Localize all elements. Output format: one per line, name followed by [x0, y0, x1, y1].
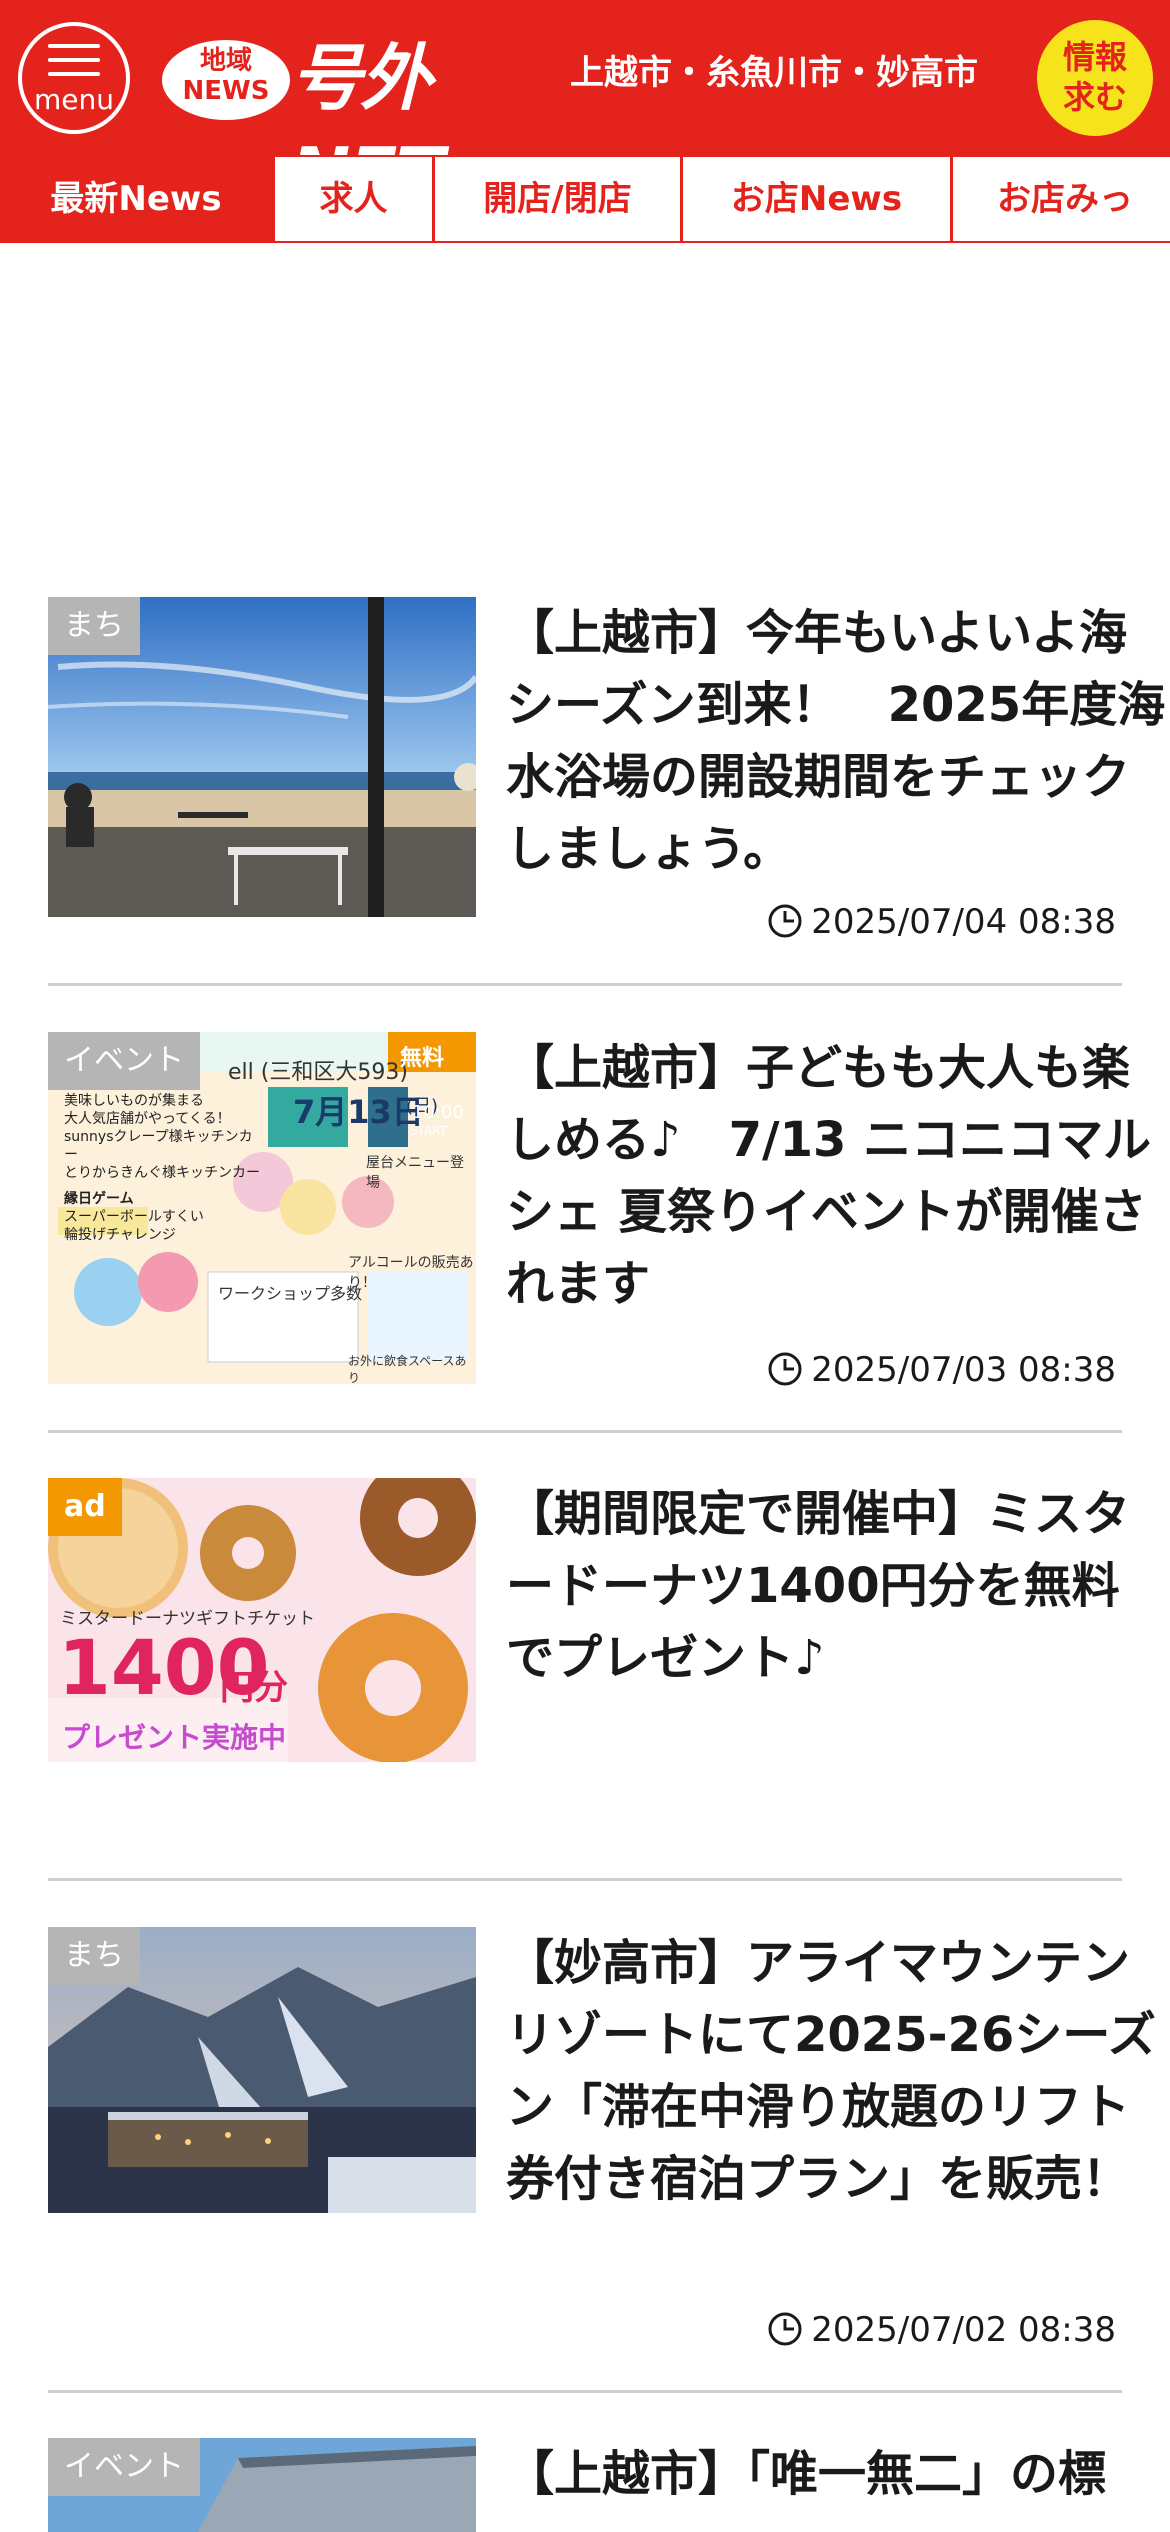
article-card[interactable]: イベント 【上越市】「唯一無二」の標 [48, 2438, 1122, 2532]
clock-icon [768, 2312, 802, 2345]
hamburger-icon [48, 44, 100, 48]
clock-icon [768, 904, 802, 937]
article-date: 2025/07/04 08:38 [767, 897, 1116, 947]
article-thumbnail: まち [48, 597, 476, 917]
category-tabs: 最新News 求人 開店/閉店 お店News お店みっ [0, 155, 1170, 243]
tab-latest-news[interactable]: 最新News [0, 157, 272, 241]
divider [48, 1878, 1122, 1881]
flyer-free-badge: 無料 [400, 1046, 445, 1071]
site-header: menu 地域 NEWS 号外NET 上越市・糸魚川市・妙高市 情報 求む [0, 0, 1170, 216]
category-tag: まち [48, 1927, 140, 1985]
menu-label: menu [34, 83, 114, 116]
ad-unit: 円分 [220, 1668, 288, 1708]
divider [48, 983, 1122, 986]
ad-thumbnail: ミスタードーナツギフトチケット 1400 円分 プレゼント実施中 ad [48, 1478, 476, 1762]
category-tag: イベント [48, 2438, 200, 2496]
flyer-time: 10:00 [412, 1102, 464, 1123]
flyer-start: START [410, 1124, 448, 1138]
article-thumbnail: ell (三和区大593) 7月13日 (日) 10:00 START 無料 美… [48, 1032, 476, 1384]
tab-jobs[interactable]: 求人 [272, 157, 432, 241]
info-request-button[interactable]: 情報 求む [1037, 20, 1153, 136]
article-card[interactable]: まち 【妙高市】アライマウンテンリゾートにて2025-26シーズン「滞在中滑り放… [48, 1927, 1156, 2350]
ad-tag: ad [48, 1478, 122, 1536]
flyer-date: 7月13日 [293, 1093, 424, 1131]
flyer-venue: ell (三和区大593) [228, 1060, 408, 1085]
category-tag: まち [48, 597, 140, 655]
article-title[interactable]: 【妙高市】アライマウンテンリゾートにて2025-26シーズン「滞在中滑り放題のリ… [506, 1927, 1166, 2215]
hamburger-icon [48, 58, 100, 62]
tab-shop-find[interactable]: お店みっ [950, 157, 1170, 241]
article-date: 2025/07/03 08:38 [767, 1345, 1116, 1395]
divider [48, 1430, 1122, 1433]
article-thumbnail: まち [48, 1927, 476, 2213]
article-title[interactable]: 【期間限定で開催中】ミスタードーナツ1400円分を無料でプレゼント♪ [506, 1478, 1166, 1694]
logo-text: 号外NET [290, 36, 445, 216]
logo-badge: 地域 NEWS [162, 40, 290, 120]
site-logo[interactable]: 地域 NEWS 号外NET [162, 30, 562, 216]
article-card[interactable]: ell (三和区大593) 7月13日 (日) 10:00 START 無料 美… [48, 1032, 1151, 1395]
menu-button[interactable]: menu [18, 22, 130, 134]
tab-open-close[interactable]: 開店/閉店 [432, 157, 680, 241]
article-title[interactable]: 【上越市】「唯一無二」の標 [506, 2438, 1122, 2510]
article-date: 2025/07/02 08:38 [767, 2305, 1116, 2355]
ad-caption: プレゼント実施中 [62, 1721, 287, 1754]
flyer-text: 美味しいものが集まる 大人気店舗がやってくる！ sunnysクレープ様キッチンカ… [64, 1093, 260, 1243]
ad-card[interactable]: ミスタードーナツギフトチケット 1400 円分 プレゼント実施中 ad 【期間限… [48, 1478, 1130, 1778]
article-title[interactable]: 【上越市】今年もいよいよ海シーズン到来！ 2025年度海水浴場の開設期間をチェッ… [506, 597, 1166, 885]
hamburger-icon [48, 72, 100, 76]
article-thumbnail: イベント [48, 2438, 476, 2532]
divider [48, 2390, 1122, 2393]
region-cities: 上越市・糸魚川市・妙高市 [570, 53, 978, 93]
tab-shop-news[interactable]: お店News [680, 157, 950, 241]
article-title[interactable]: 【上越市】子どもも大人も楽しめる♪ 7/13 ニコニコマルシェ 夏祭りイベントが… [506, 1032, 1166, 1320]
article-card[interactable]: まち 【上越市】今年もいよいよ海シーズン到来！ 2025年度海水浴場の開設期間を… [48, 597, 1165, 942]
clock-icon [768, 1352, 802, 1385]
category-tag: イベント [48, 1032, 200, 1090]
